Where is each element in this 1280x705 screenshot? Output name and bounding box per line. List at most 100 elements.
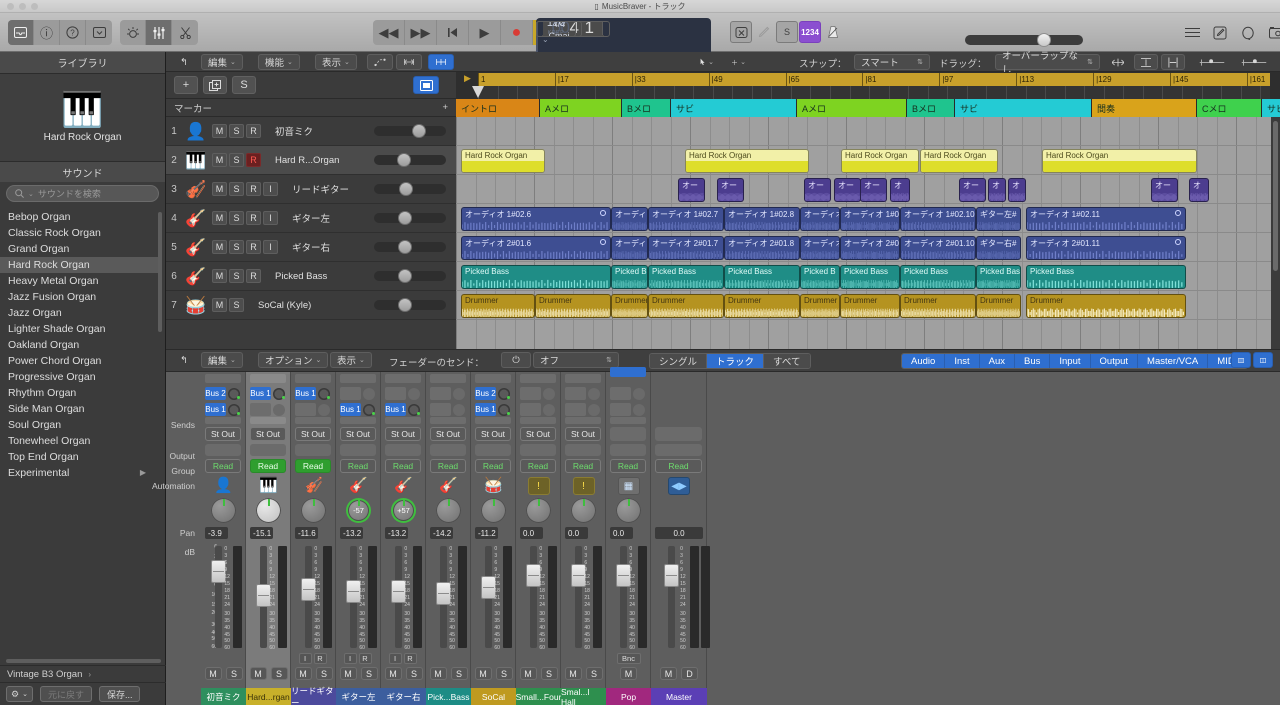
send-bus-button[interactable]	[250, 403, 271, 416]
volume-db-field[interactable]: -3.9	[205, 527, 228, 539]
send-bus-button[interactable]: Bus 2	[475, 387, 496, 400]
mute-button[interactable]: M	[620, 667, 637, 680]
automation-mode-button[interactable]: Read	[565, 459, 601, 473]
marker-lane[interactable]: イントロ Aメロ Bメロ サビ Aメロ Bメロ サビ 間奏 Cメロ サビ	[456, 99, 1280, 117]
volume-fader-handle[interactable]	[570, 564, 586, 588]
send-level-knob[interactable]	[498, 403, 510, 416]
flex-pitch-icon[interactable]	[428, 54, 454, 70]
send-slot-row[interactable]	[520, 387, 557, 400]
track-mute-button[interactable]: M	[212, 182, 227, 196]
library-item[interactable]: Bebop Organ	[0, 209, 160, 225]
group-selector[interactable]	[610, 444, 646, 456]
library-item[interactable]: Oakland Organ	[0, 337, 160, 353]
mixer-channel-strip[interactable]: Read ◀▶ 0.0 0 3 6 9 12 15 18 21 24 30 35 40 45 50 60 M D Mas…	[651, 372, 711, 705]
send-slot-row[interactable]: Bus 1	[250, 387, 287, 400]
library-item[interactable]: Hard Rock Organ	[0, 257, 160, 273]
library-item[interactable]: Lighter Shade Organ	[0, 321, 160, 337]
region[interactable]: Drummer	[900, 294, 976, 318]
solo-button[interactable]: S	[540, 667, 558, 680]
send-level-knob[interactable]	[453, 403, 465, 416]
library-settings-button[interactable]: ⚙ ⌄	[6, 686, 33, 702]
send-slot-row[interactable]	[385, 387, 422, 400]
library-item[interactable]: Classic Rock Organ	[0, 225, 160, 241]
solo-button[interactable]: S	[360, 667, 378, 680]
track-input-button[interactable]: I	[263, 182, 278, 196]
region[interactable]: Picked B	[800, 265, 840, 289]
send-bus-button[interactable]: Bus 1	[250, 387, 271, 400]
solo-button[interactable]: S	[270, 667, 288, 680]
mute-button[interactable]: M	[384, 667, 402, 680]
library-item[interactable]: Heavy Metal Organ	[0, 273, 160, 289]
mixer-filter-output[interactable]: Output	[1090, 354, 1139, 368]
region[interactable]: Drummer	[724, 294, 800, 318]
region[interactable]: Hard Rock Organ	[461, 149, 545, 173]
output-selector[interactable]: St Out	[295, 427, 331, 441]
pan-knob[interactable]	[436, 498, 461, 523]
region[interactable]: Hard Rock Organ	[1042, 149, 1197, 173]
send-level-knob[interactable]	[273, 387, 285, 400]
mixer-channel-strip[interactable]: Bus 1 St Out Read 🎸 +57 -13.2 0 3 6 9 12 15 18 21 24 30…	[381, 372, 426, 705]
bounce-button[interactable]: Bnc	[616, 653, 641, 664]
group-selector[interactable]	[250, 444, 286, 456]
marker[interactable]: Aメロ	[797, 99, 907, 117]
mixer-channel-strip[interactable]: Bus 1 St Out Read 🎻 -11.6 0 3 6 9 12 15 18 21 24 30 35 4…	[291, 372, 336, 705]
send-slot-row[interactable]: Bus 1	[205, 403, 242, 416]
region[interactable]: オー	[804, 178, 831, 202]
send-level-knob[interactable]	[363, 403, 375, 416]
send-level-knob[interactable]	[228, 403, 240, 416]
forward-button[interactable]: ▶▶	[405, 20, 437, 45]
library-breadcrumb[interactable]: Vintage B3 Organ ›	[0, 666, 166, 683]
output-selector[interactable]: St Out	[205, 427, 241, 441]
track-volume-slider[interactable]	[374, 298, 446, 312]
mute-button[interactable]: M	[660, 667, 677, 680]
track-record-button[interactable]: R	[246, 269, 261, 283]
region[interactable]: オーディオ	[800, 207, 840, 231]
insert-slot[interactable]	[520, 374, 556, 383]
library-item[interactable]: Soul Organ	[0, 417, 160, 433]
region[interactable]: オーディオ 2#01.7	[648, 236, 724, 260]
region[interactable]: Drummer	[800, 294, 840, 318]
group-selector[interactable]	[565, 444, 601, 456]
volume-fader-handle[interactable]	[345, 580, 361, 604]
mixer-view-mode[interactable]: トラック	[707, 354, 765, 368]
region[interactable]: オーディオ 2#01.9	[840, 236, 900, 260]
mute-button[interactable]: M	[474, 667, 492, 680]
send-level-knob[interactable]	[318, 403, 330, 416]
track-header-row[interactable]: 4 🎸 M S R I ギター左	[166, 204, 456, 233]
region[interactable]: オー	[959, 178, 986, 202]
mixer-channel-strip[interactable]: Bus 1 St Out Read 🎹 -15.1 0 3 6 9 12 15 18 21 24 30 35 4…	[246, 372, 291, 705]
volume-fader-track[interactable]	[667, 546, 675, 648]
send-level-knob[interactable]	[408, 403, 420, 416]
record-enable-button[interactable]: R	[313, 653, 327, 664]
marker[interactable]: Bメロ	[907, 99, 955, 117]
track-volume-slider[interactable]	[374, 269, 446, 283]
output-selector[interactable]: St Out	[565, 427, 601, 441]
mixer-menu-options[interactable]: オプション ⌄	[258, 352, 329, 368]
pan-knob[interactable]	[571, 498, 596, 523]
send-slot-empty[interactable]	[385, 417, 421, 424]
group-selector[interactable]	[475, 444, 511, 456]
region[interactable]: Drummer	[648, 294, 724, 318]
send-slot-empty[interactable]	[340, 417, 376, 424]
automation-mode-button[interactable]: Read	[205, 459, 241, 473]
arrange-catch-icon[interactable]: ↰	[172, 54, 196, 70]
library-sound-list[interactable]: Bebop Organ Classic Rock Organ Grand Organ…	[0, 209, 160, 657]
zoom-v-slider-icon[interactable]	[1192, 54, 1232, 70]
send-level-knob[interactable]	[363, 387, 375, 400]
mute-button[interactable]: M	[339, 667, 357, 680]
media-icon[interactable]	[1266, 20, 1280, 45]
volume-fader-handle[interactable]	[435, 582, 451, 605]
region[interactable]: Drummer	[461, 294, 535, 318]
mixer-channel-strip[interactable]: St Out Read 🎸 -14.2 0 3 6 9 12 15 18 21 24 30 35 40 45 50…	[426, 372, 471, 705]
track-solo-button[interactable]: S	[229, 298, 244, 312]
mute-button[interactable]: M	[519, 667, 537, 680]
library-scrollbar[interactable]	[158, 212, 162, 332]
library-h-scrollbar[interactable]	[6, 659, 161, 663]
flex-icon[interactable]	[396, 54, 422, 70]
play-button[interactable]: ▶	[469, 20, 501, 45]
metronome-icon[interactable]	[822, 21, 844, 43]
output-selector[interactable]: St Out	[430, 427, 466, 441]
region[interactable]: オー	[860, 178, 887, 202]
mixer-channel-filters[interactable]: Audio Inst Aux Bus Input Output Master/VCA MIDI	[901, 353, 1249, 369]
microphone-icon[interactable]: 👤	[213, 477, 235, 495]
